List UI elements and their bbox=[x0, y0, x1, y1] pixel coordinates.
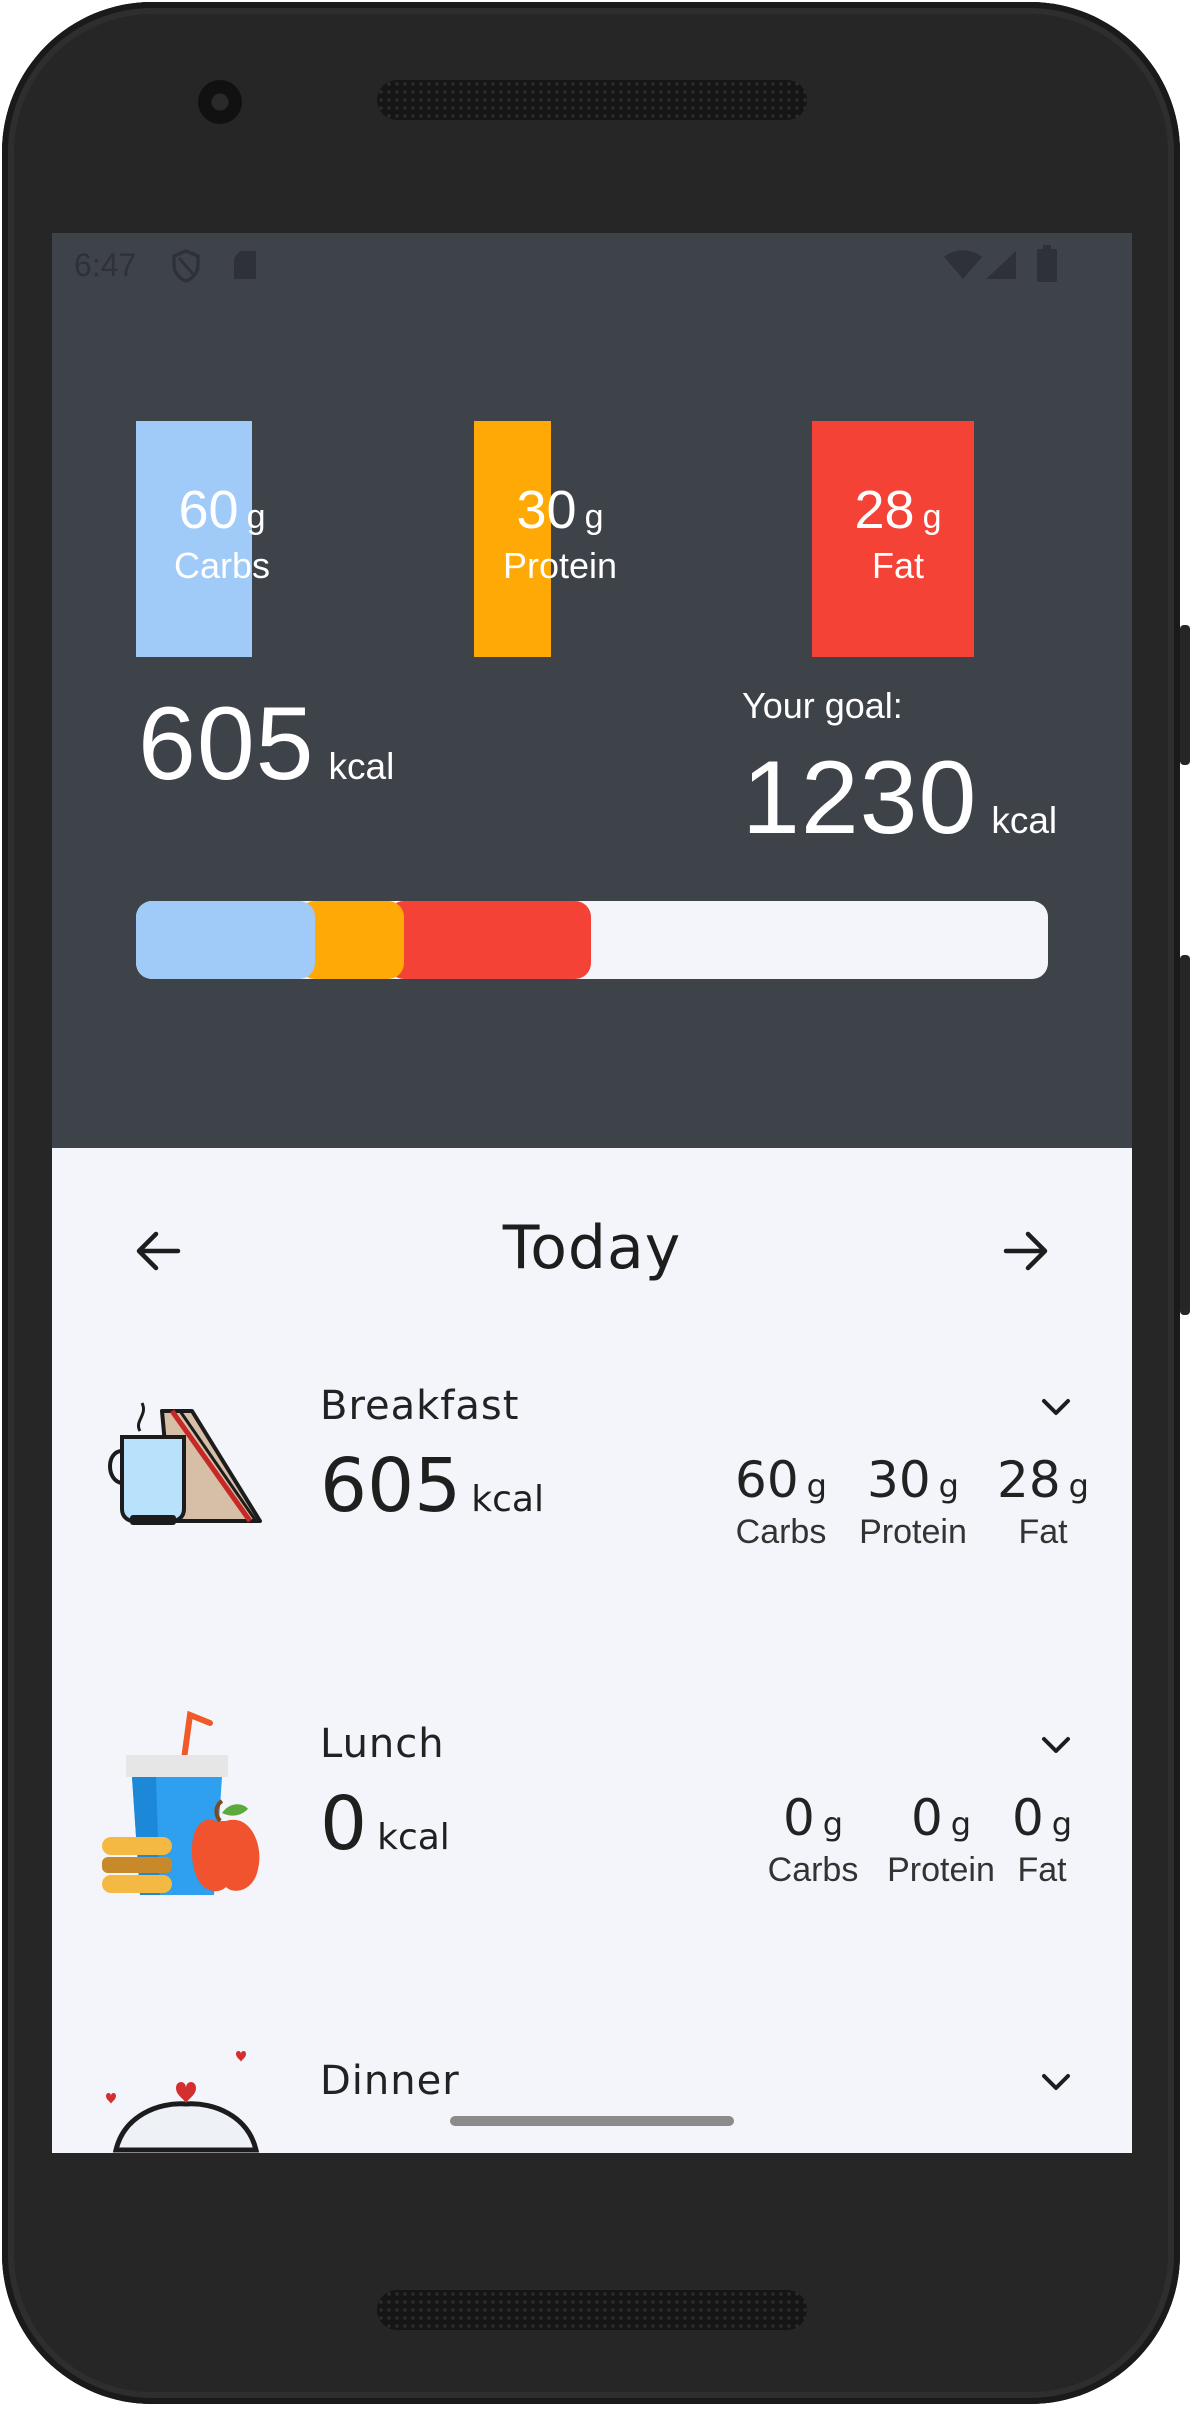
protein-label: Protein bbox=[502, 545, 618, 586]
chevron-down-icon[interactable] bbox=[1036, 1387, 1076, 1427]
battery-icon bbox=[1037, 245, 1057, 282]
meal-protein: 30 g Protein bbox=[848, 1451, 978, 1552]
carbs-value: 60 bbox=[178, 480, 239, 540]
shield-icon bbox=[172, 249, 200, 283]
drink-burger-apple-icon bbox=[102, 1710, 260, 1895]
carbs-unit: g bbox=[246, 498, 266, 536]
meal-protein-value: 30 bbox=[867, 1451, 931, 1509]
chevron-down-icon[interactable] bbox=[1036, 2062, 1076, 2102]
goal-label: Your goal: bbox=[742, 685, 903, 726]
meal-name: Breakfast bbox=[320, 1383, 520, 1429]
status-time: 6:47 bbox=[74, 247, 137, 283]
consumed-kcal-unit: kcal bbox=[328, 746, 395, 787]
cloche-icon bbox=[106, 2051, 260, 2153]
meal-protein-unit: g bbox=[950, 1805, 972, 1843]
status-bar: 6:47 bbox=[52, 233, 1132, 295]
fat-summary: 28 g Fat bbox=[768, 479, 1028, 587]
meal-kcal-value: 0 bbox=[320, 1781, 368, 1867]
meal-carbs: 0g Carbs bbox=[748, 1789, 878, 1890]
meal-carbs-unit: g bbox=[806, 1467, 827, 1505]
power-button bbox=[1180, 625, 1190, 765]
top-speaker bbox=[377, 80, 807, 120]
goal-kcal-unit: kcal bbox=[991, 800, 1058, 841]
meal-kcal: 605 kcal bbox=[320, 1443, 544, 1529]
coffee-sandwich-icon bbox=[108, 1402, 262, 1525]
calorie-progress-bar bbox=[136, 901, 1048, 979]
meal-carbs: 60 g Carbs bbox=[716, 1451, 846, 1552]
meal-fat-label: Fat bbox=[1017, 1851, 1067, 1889]
volume-button bbox=[1180, 955, 1190, 1315]
meal-name: Dinner bbox=[320, 2058, 460, 2104]
day-navigation: Today bbox=[52, 1193, 1132, 1323]
fat-label: Fat bbox=[871, 545, 924, 586]
consumed-kcal: 605 kcal bbox=[138, 685, 394, 804]
goal-kcal: 1230 kcal bbox=[742, 739, 1057, 858]
protein-value: 30 bbox=[516, 480, 577, 540]
goal-kcal-value: 1230 bbox=[742, 740, 978, 856]
wifi-icon bbox=[944, 250, 982, 279]
app-screen: 6:47 60 g Carbs 30 g Protein 28 g Fat 60… bbox=[52, 233, 1132, 2153]
meal-fat: 0g Fat bbox=[992, 1789, 1092, 1890]
bottom-speaker bbox=[377, 2290, 807, 2330]
meal-kcal-unit: kcal bbox=[377, 1817, 450, 1858]
home-indicator[interactable] bbox=[450, 2116, 734, 2126]
consumed-kcal-value: 605 bbox=[138, 686, 315, 802]
sd-card-icon bbox=[234, 251, 256, 279]
meal-carbs-unit: g bbox=[822, 1805, 844, 1843]
protein-summary: 30 g Protein bbox=[430, 479, 690, 587]
meal-card-lunch[interactable]: Lunch 0 kcal 0g Carbs 0g Protein 0g Fat bbox=[52, 1681, 1132, 2011]
fat-unit: g bbox=[922, 498, 942, 536]
day-title: Today bbox=[502, 1213, 682, 1283]
meal-protein: 0g Protein bbox=[876, 1789, 1006, 1890]
meal-protein-unit: g bbox=[938, 1467, 959, 1505]
carbs-label: Carbs bbox=[173, 545, 271, 586]
meal-kcal: 0 kcal bbox=[320, 1781, 450, 1867]
protein-unit: g bbox=[584, 498, 604, 536]
meal-fat-label: Fat bbox=[1018, 1513, 1068, 1551]
fat-value: 28 bbox=[854, 480, 915, 540]
meal-name: Lunch bbox=[320, 1721, 445, 1767]
meal-fat-value: 0 bbox=[1011, 1789, 1044, 1847]
arrow-right-icon[interactable] bbox=[996, 1221, 1056, 1281]
meal-fat-value: 28 bbox=[997, 1451, 1061, 1509]
summary-panel: 6:47 60 g Carbs 30 g Protein 28 g Fat 60… bbox=[52, 233, 1132, 1148]
front-camera bbox=[198, 80, 242, 124]
meal-kcal-unit: kcal bbox=[471, 1479, 544, 1520]
chevron-down-icon[interactable] bbox=[1036, 1725, 1076, 1765]
meal-protein-label: Protein bbox=[859, 1513, 967, 1551]
meal-carbs-label: Carbs bbox=[735, 1513, 827, 1551]
progress-fat-segment bbox=[388, 901, 592, 979]
carbs-summary: 60 g Carbs bbox=[92, 479, 352, 587]
meal-card-dinner[interactable]: Dinner bbox=[52, 2018, 1132, 2153]
meal-carbs-value: 60 bbox=[735, 1451, 799, 1509]
meal-carbs-label: Carbs bbox=[767, 1851, 859, 1889]
meal-protein-value: 0 bbox=[910, 1789, 943, 1847]
meal-fat-unit: g bbox=[1068, 1467, 1089, 1505]
meal-kcal-value: 605 bbox=[320, 1443, 462, 1529]
meal-fat: 28 g Fat bbox=[978, 1451, 1108, 1552]
meal-fat-unit: g bbox=[1051, 1805, 1073, 1843]
progress-carbs-segment bbox=[136, 901, 315, 979]
signal-icon bbox=[986, 251, 1016, 279]
meal-card-breakfast[interactable]: Breakfast 605 kcal 60 g Carbs 30 g Protein … bbox=[52, 1343, 1132, 1673]
meal-carbs-value: 0 bbox=[782, 1789, 815, 1847]
meal-protein-label: Protein bbox=[887, 1851, 995, 1889]
